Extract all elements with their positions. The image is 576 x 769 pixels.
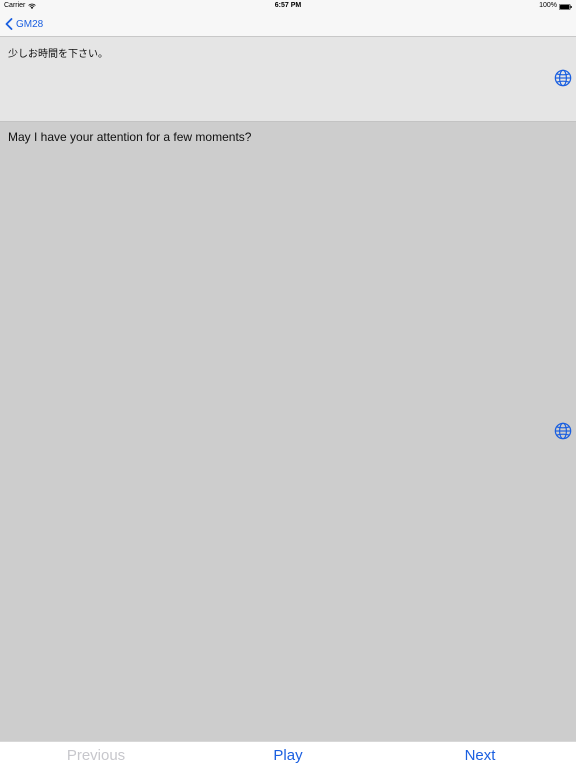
translation-text: May I have your attention for a few mome… [8, 130, 252, 144]
navigation-bar: GM28 [0, 12, 576, 37]
source-text: 少しお時間を下さい。 [8, 49, 108, 60]
status-time: 6:57 PM [274, 2, 302, 9]
source-text-panel: 少しお時間を下さい。 [0, 37, 576, 122]
source-globe-button[interactable] [554, 69, 572, 87]
next-button[interactable]: Next [420, 742, 540, 769]
back-button[interactable]: GM28 [5, 12, 43, 36]
chevron-left-icon [5, 18, 13, 30]
translation-globe-button[interactable] [554, 422, 572, 440]
bottom-toolbar: Previous Play Next [0, 741, 576, 769]
play-button[interactable]: Play [228, 742, 348, 769]
battery-icon [559, 3, 572, 10]
globe-icon [554, 69, 572, 87]
status-bar: Carrier 6:57 PM 100% [0, 0, 576, 12]
previous-button[interactable]: Previous [36, 742, 156, 769]
translation-text-panel: May I have your attention for a few mome… [0, 122, 576, 741]
battery-percent: 100% [539, 2, 557, 9]
status-right: 100% [539, 0, 572, 12]
back-button-label: GM28 [16, 18, 44, 30]
globe-icon [554, 422, 572, 440]
